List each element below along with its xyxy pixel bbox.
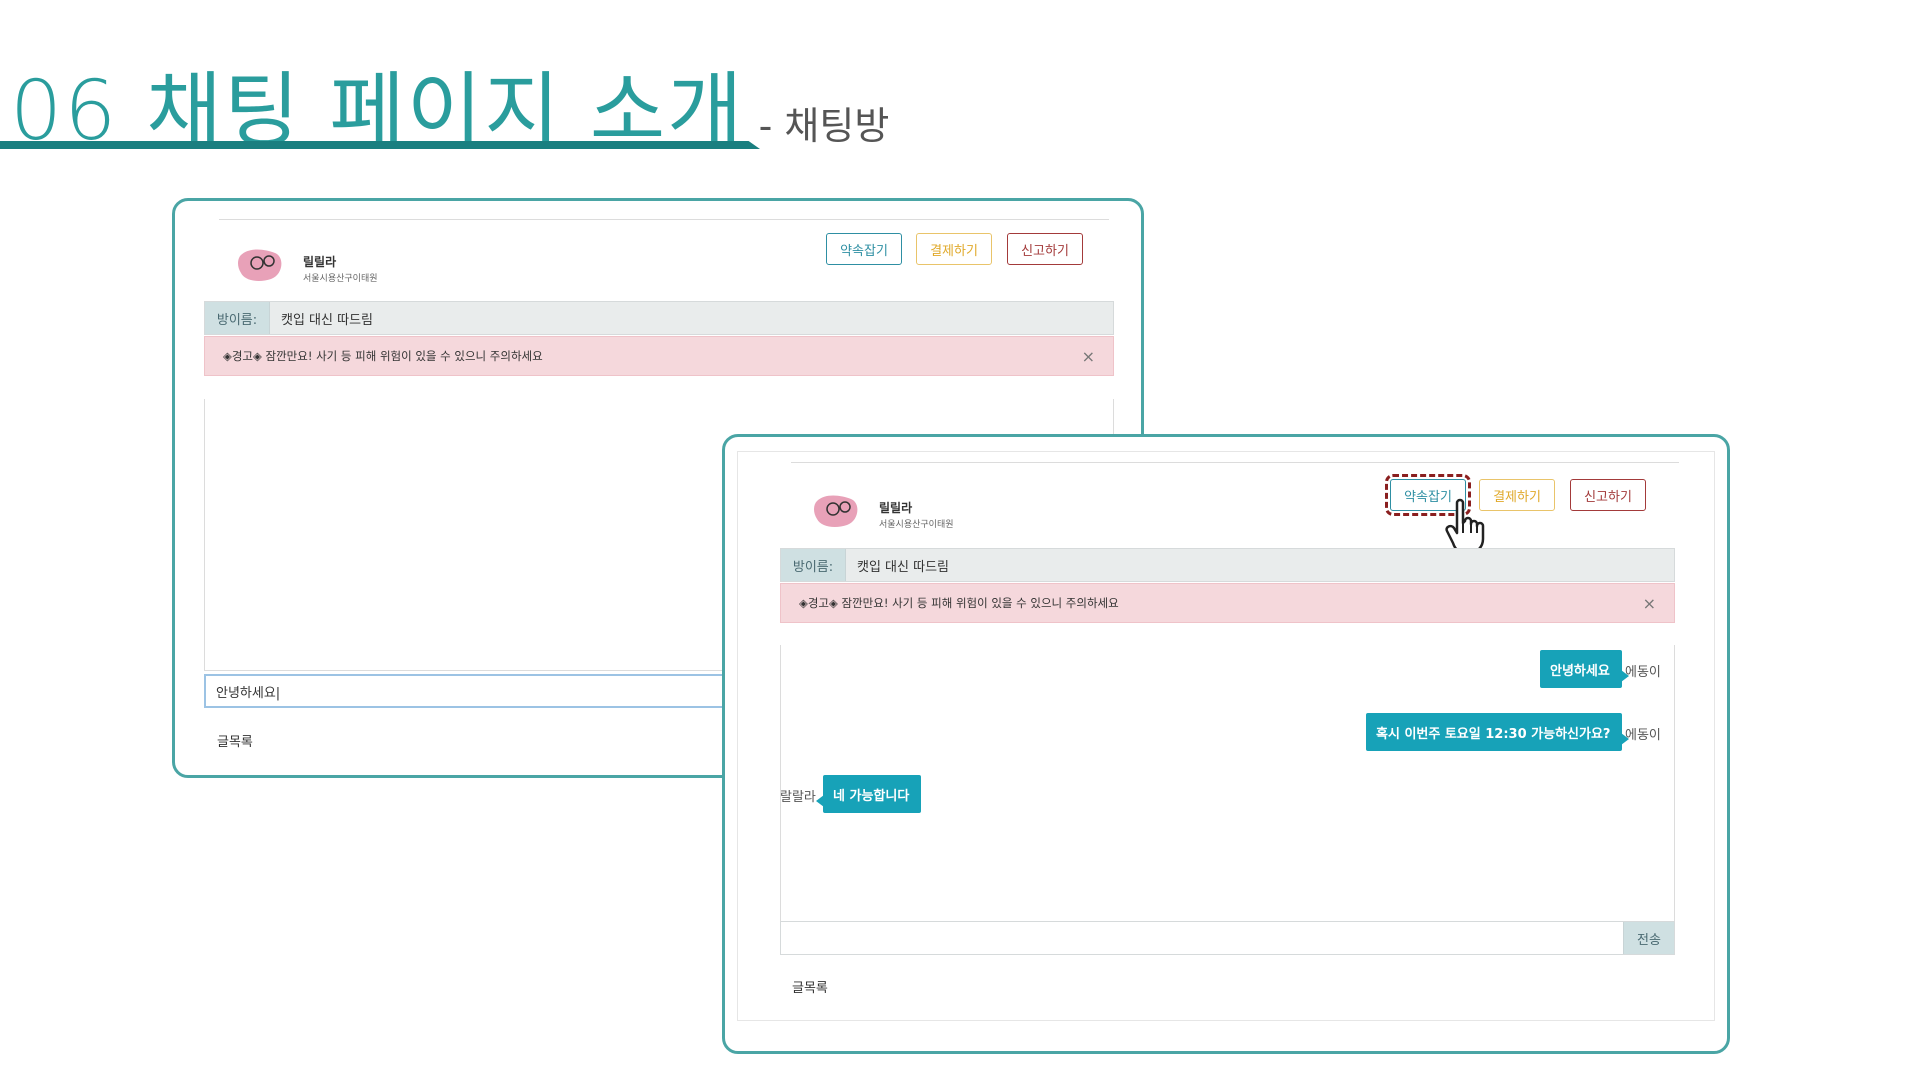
- divider: [791, 462, 1679, 463]
- room-name-label: 방이름:: [781, 549, 846, 581]
- close-icon[interactable]: ×: [1082, 337, 1095, 375]
- user-address: 서울시용산구이태원: [879, 520, 954, 530]
- room-name-bar: 방이름: 캣입 대신 따드림: [780, 548, 1675, 582]
- send-button[interactable]: 전송: [1623, 922, 1674, 954]
- room-name: 캣입 대신 따드림: [857, 559, 949, 575]
- chat-bubble-sent: 안녕하세요: [1540, 650, 1629, 688]
- message-sender: 랄랄라: [780, 790, 816, 805]
- appointment-button[interactable]: 약속잡기: [826, 233, 902, 265]
- close-icon[interactable]: ×: [1643, 584, 1656, 622]
- warning-alert: ◈경고◈ 잠깐만요! 사기 등 피해 위험이 있을 수 있으니 주의하세요 ×: [780, 583, 1675, 623]
- message-input[interactable]: 안녕하세요|: [204, 674, 764, 708]
- user-address: 서울시용산구이태원: [303, 274, 378, 284]
- chat-screenshot-front: 릴릴라 서울시용산구이태원 약속잡기 결제하기 신고하기 방이름: 캣입 대신 …: [722, 434, 1730, 1054]
- report-button[interactable]: 신고하기: [1007, 233, 1083, 265]
- message-input[interactable]: [781, 922, 1624, 954]
- user-name: 릴릴라: [303, 255, 337, 269]
- room-name-bar: 방이름: 캣입 대신 따드림: [204, 301, 1114, 335]
- send-row: 전송: [780, 921, 1675, 955]
- chat-bubble-sent: 혹시 이번주 토요일 12:30 가능하신가요?: [1366, 713, 1629, 751]
- warning-text: ◈경고◈ 잠깐만요! 사기 등 피해 위험이 있을 수 있으니 주의하세요: [799, 596, 1119, 610]
- page-subtitle: - 채팅방: [758, 104, 890, 148]
- warning-alert: ◈경고◈ 잠깐만요! 사기 등 피해 위험이 있을 수 있으니 주의하세요 ×: [204, 336, 1114, 376]
- chat-bubble-received: 네 가능합니다: [816, 775, 921, 813]
- room-name: 캣입 대신 따드림: [281, 312, 373, 328]
- avatar: [238, 249, 282, 281]
- message-sender: 에동이: [1625, 665, 1661, 680]
- room-name-label: 방이름:: [205, 302, 270, 334]
- user-name: 릴릴라: [879, 501, 913, 515]
- title-underline: [0, 141, 760, 149]
- divider: [219, 219, 1109, 220]
- payment-button[interactable]: 결제하기: [916, 233, 992, 265]
- warning-text: ◈경고◈ 잠깐만요! 사기 등 피해 위험이 있을 수 있으니 주의하세요: [223, 349, 543, 363]
- report-button[interactable]: 신고하기: [1570, 479, 1646, 511]
- avatar: [814, 495, 858, 527]
- board-list-link[interactable]: 글목록: [792, 977, 828, 996]
- message-sender: 에동이: [1625, 728, 1661, 743]
- board-list-link[interactable]: 글목록: [217, 731, 253, 750]
